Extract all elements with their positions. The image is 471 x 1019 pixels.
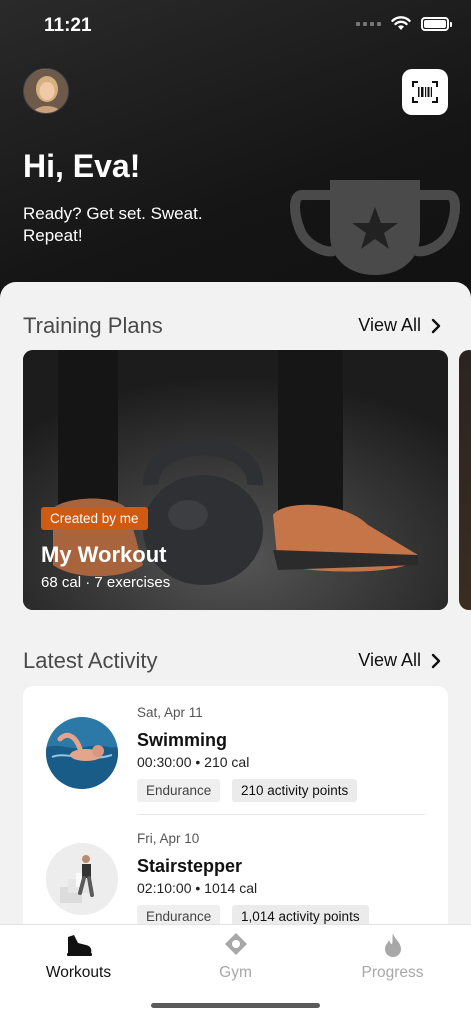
signal-icon [356,21,381,26]
latest-activity-title: Latest Activity [23,648,158,673]
tab-label: Workouts [45,964,112,981]
training-plans-title: Training Plans [23,313,163,338]
activity-item-swimming[interactable]: Sat, Apr 11 Swimming 00:30:00 • 210 cal … [23,686,448,815]
latest-activity-card: Sat, Apr 11 Swimming 00:30:00 • 210 cal … [23,686,448,946]
header: 11:21 Hi, Eva! Ready? Get set. Sweat. Re… [0,0,471,320]
status-bar: 11:21 [0,0,471,52]
chevron-right-icon [431,653,441,668]
status-time: 11:21 [44,15,92,36]
stairstepper-thumbnail [46,843,118,915]
training-plan-card[interactable]: Created by me My Workout 68 cal · 7 exer… [23,350,448,610]
flame-icon [384,933,401,957]
greeting-title: Hi, Eva! [23,148,141,184]
wifi-icon [391,16,411,30]
avatar[interactable] [23,68,69,114]
activity-stats: 02:10:00 • 1014 cal [137,880,258,896]
plan-meta: 68 cal · 7 exercises [41,574,171,591]
tab-gym[interactable]: Gym [157,931,314,989]
activity-item-stairstepper[interactable]: Fri, Apr 10 Stairstepper 02:10:00 • 1014… [23,812,448,938]
activity-name: Stairstepper [137,856,243,876]
swimming-thumbnail [46,717,118,789]
activity-name: Swimming [137,730,228,750]
view-all-label: View All [358,650,421,670]
scan-barcode-button[interactable] [402,69,448,115]
activity-date: Fri, Apr 10 [137,831,200,846]
trophy-icon [290,180,460,275]
status-icons [356,16,452,31]
training-plans-view-all[interactable]: View All [358,315,441,336]
tab-label: Progress [361,964,424,981]
shoe-icon [66,935,92,956]
next-plan-card-peek[interactable] [459,350,471,610]
tab-workouts[interactable]: Workouts [0,931,157,989]
kettlebell-photo [23,350,448,610]
view-all-label: View All [358,315,421,335]
activity-stats: 00:30:00 • 210 cal [137,754,250,770]
tab-label: Gym [219,964,252,981]
barcode-scan-icon [412,81,438,103]
home-indicator[interactable] [151,1003,320,1008]
battery-icon [421,16,452,31]
tab-progress[interactable]: Progress [314,931,471,989]
location-pin-icon [224,933,247,955]
plan-badge: Created by me [41,507,148,530]
greeting-tagline: Ready? Get set. Sweat. Repeat! [23,204,203,245]
activity-type-tag: Endurance [137,779,221,802]
chevron-right-icon [431,318,441,333]
latest-activity-view-all[interactable]: View All [358,650,441,671]
activity-points-tag: 210 activity points [232,779,358,802]
plan-title: My Workout [41,542,167,567]
activity-date: Sat, Apr 11 [137,705,203,720]
